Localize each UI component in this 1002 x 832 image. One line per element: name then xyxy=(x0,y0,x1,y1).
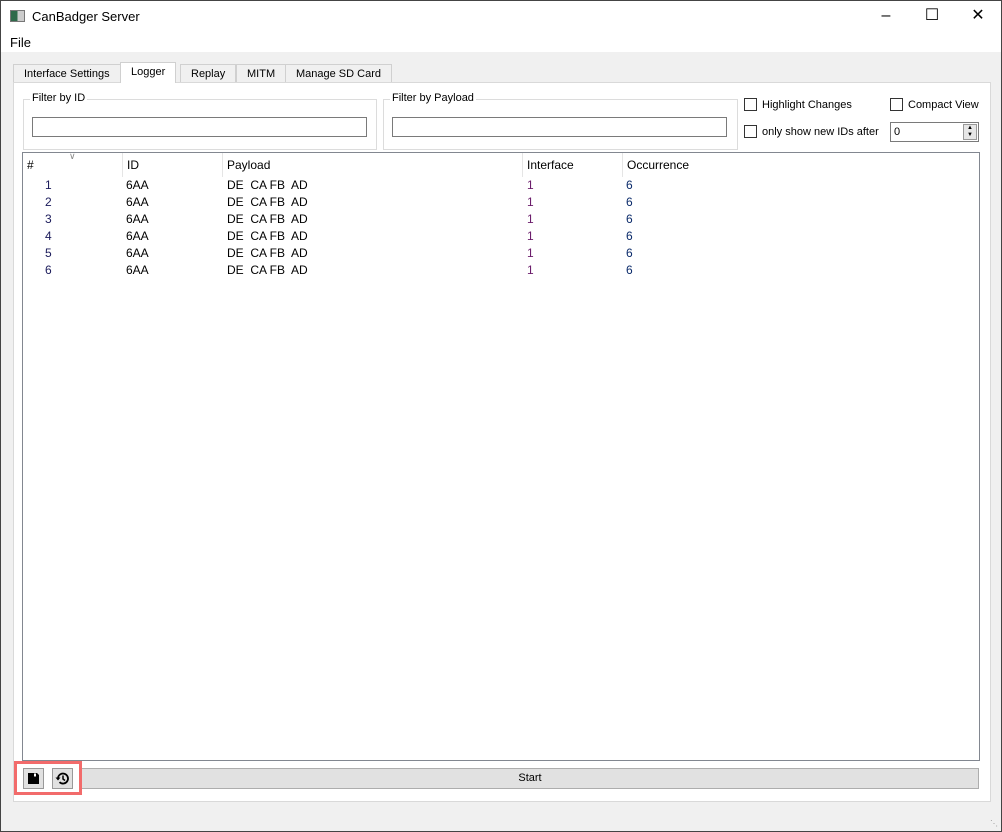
cell-occurrence: 6 xyxy=(626,263,633,277)
column-header-occurrence[interactable]: Occurrence xyxy=(623,153,979,177)
compact-view-checkbox[interactable]: Compact View xyxy=(890,98,979,111)
highlight-changes-checkbox[interactable]: Highlight Changes xyxy=(744,98,852,111)
cell-payload: DE CA FB AD xyxy=(227,246,308,260)
cell-interface: 1 xyxy=(527,195,534,209)
cell-number: 3 xyxy=(45,212,52,226)
cell-id: 6AA xyxy=(126,263,149,277)
history-clock-icon xyxy=(55,772,69,785)
cell-occurrence: 6 xyxy=(626,229,633,243)
spinbox-value[interactable]: 0 xyxy=(894,126,900,138)
history-button[interactable] xyxy=(52,768,73,789)
cell-id: 6AA xyxy=(126,229,149,243)
log-table[interactable]: ∨ # ID Payload Interface Occurrence 1 6AA… xyxy=(22,151,980,761)
cell-interface: 1 xyxy=(527,263,534,277)
only-new-ids-label: only show new IDs after xyxy=(762,125,879,138)
start-button[interactable]: Start xyxy=(81,768,979,789)
cell-occurrence: 6 xyxy=(626,212,633,226)
table-row[interactable]: 2 6AA DE CA FB AD 1 6 xyxy=(23,194,979,211)
column-header-payload[interactable]: Payload xyxy=(223,153,523,177)
only-new-ids-checkbox[interactable]: only show new IDs after xyxy=(744,125,879,138)
checkbox-box[interactable] xyxy=(890,98,903,111)
floppy-disk-icon xyxy=(28,773,39,784)
tab-replay[interactable]: Replay xyxy=(180,64,237,83)
close-button[interactable]: ✕ xyxy=(955,1,1001,33)
cell-interface: 1 xyxy=(527,212,534,226)
app-icon xyxy=(10,10,25,22)
cell-payload: DE CA FB AD xyxy=(227,229,308,243)
cell-number: 2 xyxy=(45,195,52,209)
cell-number: 1 xyxy=(45,178,52,192)
cell-occurrence: 6 xyxy=(626,178,633,192)
cell-interface: 1 xyxy=(527,229,534,243)
app-window: CanBadger Server – ☐ ✕ File Interface Se… xyxy=(0,0,1002,832)
tab-interface-settings[interactable]: Interface Settings xyxy=(13,64,121,83)
window-title: CanBadger Server xyxy=(32,9,140,24)
cell-id: 6AA xyxy=(126,246,149,260)
cell-payload: DE CA FB AD xyxy=(227,195,308,209)
highlight-changes-label: Highlight Changes xyxy=(762,98,852,111)
table-row[interactable]: 4 6AA DE CA FB AD 1 6 xyxy=(23,228,979,245)
cell-payload: DE CA FB AD xyxy=(227,212,308,226)
column-header-number[interactable]: # xyxy=(23,153,123,177)
checkbox-box[interactable] xyxy=(744,125,757,138)
cell-id: 6AA xyxy=(126,195,149,209)
cell-id: 6AA xyxy=(126,212,149,226)
menu-file[interactable]: File xyxy=(10,35,31,50)
cell-payload: DE CA FB AD xyxy=(227,263,308,277)
table-row[interactable]: 6 6AA DE CA FB AD 1 6 xyxy=(23,262,979,279)
filter-id-group: Filter by ID xyxy=(23,92,377,150)
cell-number: 6 xyxy=(45,263,52,277)
table-row[interactable]: 3 6AA DE CA FB AD 1 6 xyxy=(23,211,979,228)
column-header-id[interactable]: ID xyxy=(123,153,223,177)
spinbox-arrows[interactable]: ▲ ▼ xyxy=(963,124,977,140)
filter-payload-input[interactable] xyxy=(392,117,727,137)
tab-logger[interactable]: Logger xyxy=(120,62,177,83)
tab-mitm[interactable]: MITM xyxy=(236,64,287,83)
filter-id-label: Filter by ID xyxy=(30,92,88,104)
tab-manage-sd-card[interactable]: Manage SD Card xyxy=(285,64,392,83)
checkbox-box[interactable] xyxy=(744,98,757,111)
resize-grip[interactable]: ⋱ xyxy=(990,819,998,828)
cell-occurrence: 6 xyxy=(626,195,633,209)
maximize-button[interactable]: ☐ xyxy=(909,1,955,33)
column-header-interface[interactable]: Interface xyxy=(523,153,623,177)
filter-payload-group: Filter by Payload xyxy=(383,92,738,150)
title-bar: CanBadger Server – ☐ ✕ xyxy=(1,1,1001,33)
cell-occurrence: 6 xyxy=(626,246,633,260)
table-row[interactable]: 5 6AA DE CA FB AD 1 6 xyxy=(23,245,979,262)
cell-number: 5 xyxy=(45,246,52,260)
table-row[interactable]: 1 6AA DE CA FB AD 1 6 xyxy=(23,177,979,194)
filter-payload-label: Filter by Payload xyxy=(390,92,476,104)
filter-id-input[interactable] xyxy=(32,117,367,137)
cell-number: 4 xyxy=(45,229,52,243)
cell-interface: 1 xyxy=(527,246,534,260)
cell-payload: DE CA FB AD xyxy=(227,178,308,192)
cell-id: 6AA xyxy=(126,178,149,192)
menu-bar: File xyxy=(1,33,1001,52)
save-button[interactable] xyxy=(23,768,44,789)
only-new-ids-spinbox[interactable]: 0 ▲ ▼ xyxy=(890,122,979,142)
minimize-button[interactable]: – xyxy=(863,1,909,33)
compact-view-label: Compact View xyxy=(908,98,979,111)
cell-interface: 1 xyxy=(527,178,534,192)
